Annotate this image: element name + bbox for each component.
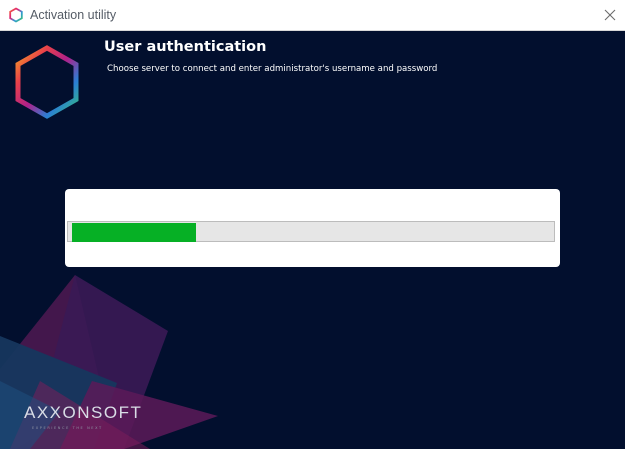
activation-utility-window: Activation utility User authentication C…	[0, 0, 625, 449]
main-content: User authentication Choose server to con…	[0, 31, 625, 449]
window-title: Activation utility	[30, 8, 117, 22]
progress-panel	[65, 189, 560, 267]
page-subtitle: Choose server to connect and enter admin…	[107, 64, 438, 74]
hexagon-logo-icon	[15, 45, 79, 119]
brand-tagline: EXPERIENCE THE NEXT	[32, 426, 103, 430]
close-button[interactable]	[595, 0, 625, 30]
page-title: User authentication	[104, 39, 267, 55]
hexagon-logo-icon	[9, 7, 23, 23]
title-bar: Activation utility	[0, 0, 625, 31]
brand-logo-text: AXXONSOFT	[24, 403, 143, 422]
progress-fill	[72, 223, 196, 242]
brand-logo: AXXONSOFT	[24, 403, 142, 423]
progress-bar	[67, 221, 555, 242]
close-icon	[604, 9, 616, 21]
